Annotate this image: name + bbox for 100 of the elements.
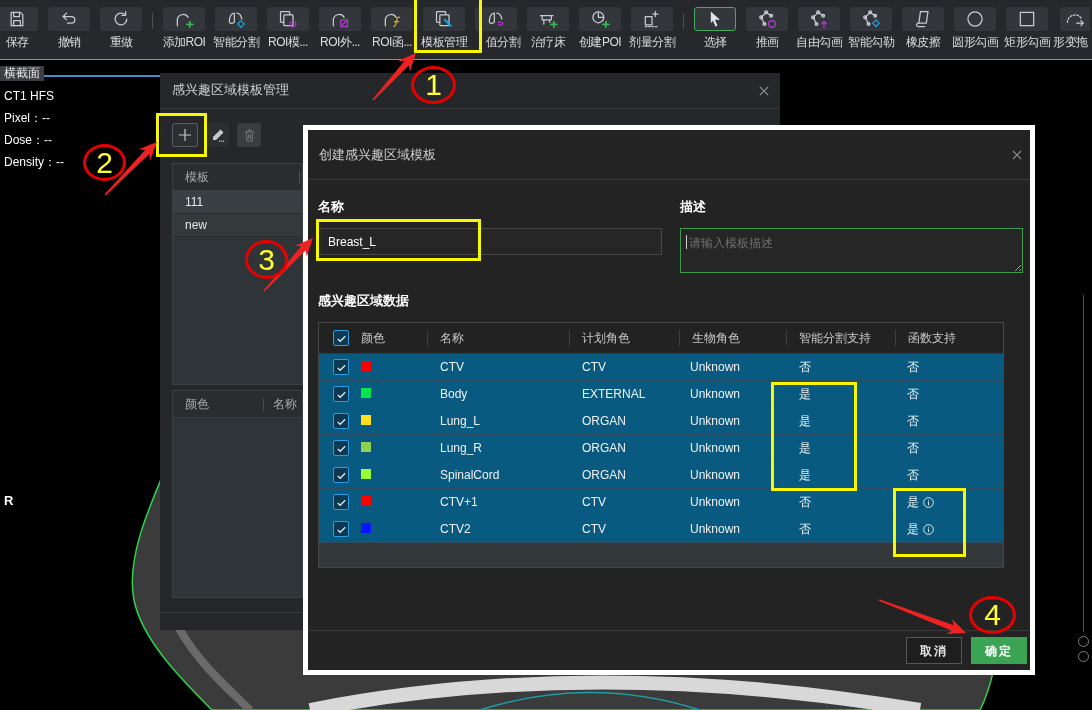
- highlight-frame: [414, 0, 482, 53]
- toolbar-button[interactable]: ROI函...: [366, 7, 418, 49]
- table-cell-text: CTV: [582, 494, 606, 511]
- toolbar-button[interactable]: 重做: [95, 7, 147, 49]
- field-label: 描述: [680, 199, 706, 215]
- toolbar-button[interactable]: ROI外...: [314, 7, 366, 49]
- info-text: CT1 HFS: [4, 89, 54, 103]
- table-cell-text: Unknown: [690, 494, 741, 511]
- step-number: 2: [83, 144, 126, 181]
- table-cell-text: Unknown: [690, 521, 741, 538]
- table-cell-text: 否: [907, 413, 919, 430]
- dialog-title: 创建感兴趣区域模板: [319, 145, 436, 164]
- table-cell-text: ORGAN: [582, 413, 626, 430]
- column-header: 计划角色: [581, 330, 630, 347]
- checkbox[interactable]: [333, 467, 349, 483]
- highlight-frame: [156, 113, 207, 157]
- table-cell-text: ORGAN: [582, 467, 626, 484]
- table-cell-text: Unknown: [690, 413, 741, 430]
- name-field[interactable]: Breast_L: [318, 228, 662, 255]
- slider-handle[interactable]: [1078, 651, 1089, 662]
- table-cell-text: Body: [440, 386, 468, 403]
- column-header: 名称: [272, 396, 297, 413]
- column-header: 模板: [184, 169, 210, 186]
- dialog-title: 感兴趣区域模板管理: [172, 82, 289, 100]
- table-cell-text: EXTERNAL: [582, 386, 646, 403]
- table-cell-text: 否: [799, 494, 811, 511]
- toolbar-button[interactable]: 矩形勾画: [1001, 7, 1053, 49]
- table-cell-text: 是: [799, 467, 811, 484]
- table-cell-text: 否: [799, 521, 811, 538]
- toolbar-button[interactable]: 治疗床: [522, 7, 574, 49]
- column-header: 颜色: [360, 330, 385, 347]
- field-label: 名称: [318, 199, 344, 215]
- toolbar-button[interactable]: 推画: [741, 7, 793, 49]
- table-cell-text: 否: [799, 359, 811, 376]
- column-header: 名称: [439, 330, 464, 347]
- info-text: Density：--: [4, 155, 64, 169]
- info-text: Pixel：--: [4, 111, 50, 125]
- table-cell-text: 否: [907, 359, 919, 376]
- add-button[interactable]: [172, 123, 198, 147]
- table-cell-text: Unknown: [690, 386, 741, 403]
- table-cell-text: Unknown: [690, 440, 741, 457]
- orientation-label: R: [4, 494, 14, 508]
- table-cell-text: CTV: [440, 359, 464, 376]
- checkbox[interactable]: [333, 440, 349, 456]
- toolbar-button[interactable]: 模板管理: [418, 7, 470, 49]
- close-icon: [759, 85, 769, 96]
- table-cell-text: Unknown: [690, 467, 741, 484]
- checkbox[interactable]: [333, 330, 349, 346]
- close-icon: [1012, 149, 1022, 160]
- cancel-button[interactable]: 取消: [906, 637, 962, 664]
- checkbox[interactable]: [333, 359, 349, 375]
- checkbox[interactable]: [333, 521, 349, 537]
- plus-icon: [179, 129, 191, 141]
- table-cell-text: 是: [799, 413, 811, 430]
- table-cell-text: 是: [799, 386, 811, 403]
- edit-button[interactable]: [206, 123, 229, 147]
- table-cell-text: 是: [799, 440, 811, 457]
- close-button[interactable]: [1012, 149, 1022, 160]
- toolbar-button[interactable]: 选择: [689, 7, 741, 49]
- slider-handle[interactable]: [1078, 636, 1089, 647]
- table-cell-text: 是: [907, 521, 919, 538]
- toolbar-button[interactable]: 橡皮擦: [897, 7, 949, 49]
- toolbar-button[interactable]: 圆形勾画: [949, 7, 1001, 49]
- close-button[interactable]: [759, 85, 769, 96]
- toolbar-button[interactable]: 值分割: [470, 7, 522, 49]
- toolbar-button[interactable]: 自由勾画: [793, 7, 845, 49]
- toolbar-button[interactable]: 智能勾勒: [845, 7, 897, 49]
- table-cell-text: ORGAN: [582, 440, 626, 457]
- checkbox[interactable]: [333, 386, 349, 402]
- step-number: 1: [411, 66, 456, 104]
- text-cursor: [686, 235, 687, 249]
- toolbar-button[interactable]: 添加ROI: [158, 7, 210, 49]
- toolbar-button[interactable]: 形变拖: [1053, 7, 1090, 49]
- column-header: 函数支持: [907, 330, 956, 347]
- toolbar-button[interactable]: 智能分割: [210, 7, 262, 49]
- toolbar-button[interactable]: 保存: [0, 7, 43, 49]
- template-row[interactable]: new: [173, 214, 302, 237]
- toolbar-button[interactable]: ROI模...: [262, 7, 314, 49]
- column-header: 生物角色: [691, 330, 740, 347]
- trash-icon: [243, 128, 255, 142]
- table-cell-text: CTV: [582, 359, 606, 376]
- toolbar-button[interactable]: 剂量分割: [626, 7, 678, 49]
- toolbar-button[interactable]: 撤销: [43, 7, 95, 49]
- info-text: Dose：--: [4, 133, 52, 147]
- table-cell-text: 否: [907, 386, 919, 403]
- table-cell-text: Lung_L: [440, 413, 481, 430]
- step-number: 3: [245, 240, 288, 279]
- view-tab[interactable]: 横截面: [0, 66, 44, 81]
- pointer-arrow: [372, 53, 416, 101]
- pencil-icon: [210, 128, 225, 142]
- table-cell-text: Unknown: [690, 359, 741, 376]
- table-cell-text: CTV+1: [440, 494, 478, 511]
- checkbox[interactable]: [333, 413, 349, 429]
- table-cell-text: Lung_R: [440, 440, 483, 457]
- template-row[interactable]: 111: [173, 191, 302, 214]
- description-field[interactable]: 请输入模板描述: [680, 228, 1023, 273]
- toolbar-button[interactable]: 创建POI: [574, 7, 626, 49]
- checkbox[interactable]: [333, 494, 349, 510]
- table-cell-text: CTV: [582, 521, 606, 538]
- table-cell-text: CTV2: [440, 521, 471, 538]
